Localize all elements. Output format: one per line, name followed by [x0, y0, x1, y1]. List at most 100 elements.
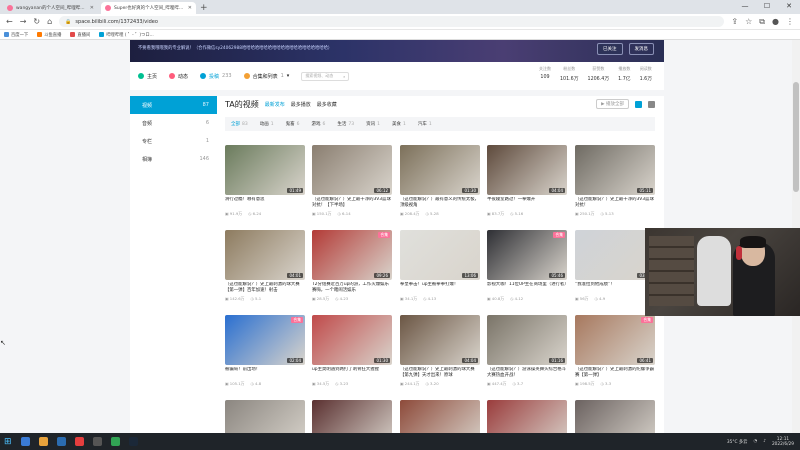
- edge-icon[interactable]: [20, 437, 30, 446]
- follow-button[interactable]: 已关注: [597, 43, 623, 55]
- video-card[interactable]: 06:12 （这也能解说？）史上最干净的3V3篮球对抗！【下半场】 ▣ 150.1万…: [312, 145, 392, 217]
- close-window-icon[interactable]: ✕: [778, 0, 800, 12]
- video-card[interactable]: 06:41 合集 （这也能解说？）史上最刺激的陀螺争霸赛【第一弹】 ▣ 198.5万 ◷…: [575, 315, 655, 387]
- video-card[interactable]: [400, 400, 480, 433]
- nav-dynamic[interactable]: 动态: [169, 73, 188, 80]
- menu-icon[interactable]: ⋮: [786, 17, 794, 26]
- video-title[interactable]: （这也能解说？）游泳操英舞头综合格斗大赛热血开战！: [487, 367, 567, 379]
- filter-item[interactable]: 游戏 6: [311, 121, 325, 127]
- video-card[interactable]: 13:06 拳皇拳击！up主被拳拳打爆！ ▣ 34.1万 ◷ 4-13: [400, 230, 480, 302]
- video-title[interactable]: 被骗局！前出场！: [225, 367, 305, 379]
- video-thumbnail[interactable]: 01:49: [225, 145, 305, 195]
- video-title[interactable]: 拳皇拳击！up主被拳拳打爆！: [400, 282, 480, 294]
- reload-icon[interactable]: ↻: [33, 17, 40, 26]
- video-thumbnail[interactable]: 13:06: [400, 230, 480, 280]
- minimize-icon[interactable]: —: [734, 0, 756, 12]
- app-icon[interactable]: [92, 437, 102, 446]
- video-card[interactable]: 04:04 （这也能解说？）史上最刺激的球大赛【第九弹】天才出来！原球 ▣ 244.…: [400, 315, 480, 387]
- video-card[interactable]: 05:46 合集 影视大咖！11位UP主在商场里（进行者） ▣ 40.8万 ◷ 4-12: [487, 230, 567, 302]
- filter-item[interactable]: 动画 1: [260, 121, 274, 127]
- bookmark-item[interactable]: 斗鱼直播: [37, 32, 61, 38]
- video-title[interactable]: up主莫明遇到两打了刺骨狂大猩猩: [312, 367, 392, 379]
- bookmark-item[interactable]: 哔哩哔哩 ( ゜- ゜)つロ...: [99, 32, 154, 38]
- sort-most-played[interactable]: 最多播放: [291, 101, 311, 108]
- video-thumbnail[interactable]: [225, 400, 305, 433]
- video-title[interactable]: （这也能解说？）史上最干净的3V3篮球对抗！【下半场】: [312, 197, 392, 209]
- video-card[interactable]: 05:11 （这也能解说？）史上最干净的3V3篮球对抗！ ▣ 250.1万 ◷ 5-1…: [575, 145, 655, 217]
- video-card[interactable]: 01:30 up主莫明遇到两打了刺骨狂大猩猩 ▣ 34.5万 ◷ 3-23: [312, 315, 392, 387]
- video-title[interactable]: T2分组赛近百万up的游，工作火爆娱乐赛嗨，一个瞎闹活娱乐: [312, 282, 392, 294]
- new-tab-icon[interactable]: +: [200, 2, 208, 14]
- video-thumbnail[interactable]: 01:30: [312, 315, 392, 365]
- video-title[interactable]: （这也能解说？）史上最刺激的球大赛【第一弹】百年加速！射击: [225, 282, 305, 294]
- video-card[interactable]: 02:04 合集 被骗局！前出场！ ▣ 105.1万 ◷ 4-8: [225, 315, 305, 387]
- list-view-icon[interactable]: [648, 100, 655, 108]
- video-title[interactable]: 影视大咖！11位UP主在商场里（进行者）: [487, 282, 567, 294]
- netease-icon[interactable]: [74, 437, 84, 446]
- windows-start-icon[interactable]: ⊞: [4, 437, 12, 447]
- video-card[interactable]: 01:16 （这也能解说？）游泳操英舞头综合格斗大赛热血开战！ ▣ 447.4万 ◷ …: [487, 315, 567, 387]
- grid-view-icon[interactable]: [635, 100, 642, 108]
- filter-item[interactable]: 生活 73: [337, 121, 354, 127]
- close-tab-icon[interactable]: ✕: [188, 5, 192, 11]
- nav-home[interactable]: 主页: [138, 73, 157, 80]
- nav-collection[interactable]: 合集和列表 1 ▾: [243, 73, 289, 80]
- video-card[interactable]: 03:17 “我准拉到他成绩”！ ▣ 56万 ◷ 4-9: [575, 230, 655, 302]
- video-card[interactable]: [225, 400, 305, 433]
- scrollbar-thumb[interactable]: [793, 82, 799, 192]
- video-title[interactable]: 滑行过瘾！哪有意思: [225, 197, 305, 209]
- video-thumbnail[interactable]: [487, 400, 567, 433]
- video-thumbnail[interactable]: 01:30: [400, 145, 480, 195]
- home-icon[interactable]: ⌂: [47, 17, 52, 26]
- volume-icon[interactable]: ♪: [763, 439, 766, 444]
- video-thumbnail[interactable]: 06:12: [312, 145, 392, 195]
- video-card[interactable]: [487, 400, 567, 433]
- filter-item[interactable]: 资讯 1: [366, 121, 380, 127]
- filter-item[interactable]: 全部 83: [231, 121, 248, 127]
- browser-tab-active[interactable]: Super也好爽的个人空间_哔哩哔... ✕: [101, 2, 196, 14]
- filter-item[interactable]: 鬼畜 6: [286, 121, 300, 127]
- filter-item[interactable]: 美食 1: [392, 121, 406, 127]
- maximize-icon[interactable]: ☐: [756, 0, 778, 12]
- video-card[interactable]: 04:01 （这也能解说？）史上最刺激的球大赛【第一弹】百年加速！射击 ▣ 142.…: [225, 230, 305, 302]
- nav-upload[interactable]: 投稿 233: [200, 73, 232, 80]
- forward-icon[interactable]: →: [20, 17, 27, 26]
- video-thumbnail[interactable]: 06:41 合集: [575, 315, 655, 365]
- filter-item[interactable]: 汽车 1: [418, 121, 432, 127]
- leftnav-audio[interactable]: 音频 6: [130, 114, 217, 132]
- video-thumbnail[interactable]: [575, 400, 655, 433]
- chrome-icon[interactable]: [38, 437, 48, 446]
- leftnav-article[interactable]: 专栏 1: [130, 132, 217, 150]
- video-title[interactable]: （这也能解说？）史上最刺激的陀螺争霸赛【第一弹】: [575, 367, 655, 379]
- video-title[interactable]: “我准拉到他成绩”！: [575, 282, 655, 294]
- clock[interactable]: 12:11 2022/6/29: [772, 437, 794, 447]
- video-card[interactable]: 01:49 滑行过瘾！哪有意思 ▣ 91.9万 ◷ 6-24: [225, 145, 305, 217]
- leftnav-video[interactable]: 视频 87: [130, 96, 217, 114]
- video-thumbnail[interactable]: 05:11: [575, 145, 655, 195]
- video-title[interactable]: （这也能解说？）史上最干净的3V3篮球对抗！: [575, 197, 655, 209]
- stat-followers[interactable]: 粉丝数 101.6万: [560, 66, 579, 82]
- video-card[interactable]: [575, 400, 655, 433]
- video-thumbnail[interactable]: 09:26 合集: [312, 230, 392, 280]
- bookmark-item[interactable]: 百度一下: [4, 32, 28, 38]
- video-thumbnail[interactable]: 05:46 合集: [487, 230, 567, 280]
- video-thumbnail[interactable]: [400, 400, 480, 433]
- profile-icon[interactable]: ●: [772, 17, 779, 26]
- steam-icon[interactable]: [128, 437, 138, 446]
- video-title[interactable]: （这也能解说？）最有意义的传统太极，顶级视角: [400, 197, 480, 209]
- sort-most-favorited[interactable]: 最多收藏: [317, 101, 337, 108]
- extensions-icon[interactable]: ⧉: [759, 17, 765, 27]
- back-icon[interactable]: ←: [6, 17, 13, 26]
- video-title[interactable]: 半夜寝室路过！一拳爆开: [487, 197, 567, 209]
- message-button[interactable]: 发消息: [628, 43, 654, 55]
- video-card[interactable]: [312, 400, 392, 433]
- space-search-input[interactable]: 搜索视频、动态 ⌕: [301, 71, 350, 81]
- video-card[interactable]: 09:26 合集 T2分组赛近百万up的游，工作火爆娱乐赛嗨，一个瞎闹活娱乐 ▣ 28…: [312, 230, 392, 302]
- video-thumbnail[interactable]: [312, 400, 392, 433]
- video-thumbnail[interactable]: 03:17: [575, 230, 655, 280]
- close-tab-icon[interactable]: ✕: [90, 5, 94, 11]
- stat-following[interactable]: 关注数 109: [539, 66, 551, 82]
- weather-text[interactable]: 35°C 多云: [727, 439, 748, 445]
- video-thumbnail[interactable]: 01:16: [487, 315, 567, 365]
- video-card[interactable]: 01:30 （这也能解说？）最有意义的传统太极，顶级视角 ▣ 208.4万 ◷ 5-2…: [400, 145, 480, 217]
